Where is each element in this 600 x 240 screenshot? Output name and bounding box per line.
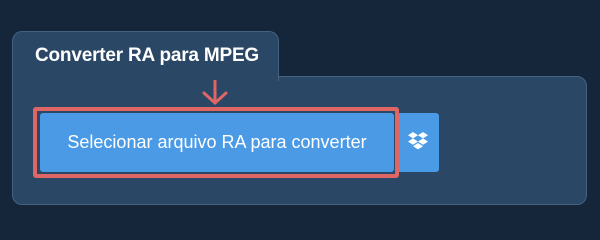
converter-widget: Converter RA para MPEG Selecionar arquiv… (0, 0, 600, 230)
converter-tab: Converter RA para MPEG (12, 31, 279, 81)
dropbox-icon (408, 132, 428, 150)
tab-title: Converter RA para MPEG (35, 45, 260, 66)
dropbox-button[interactable] (397, 113, 439, 172)
highlight-box (33, 107, 399, 178)
down-arrow-icon (202, 80, 228, 105)
